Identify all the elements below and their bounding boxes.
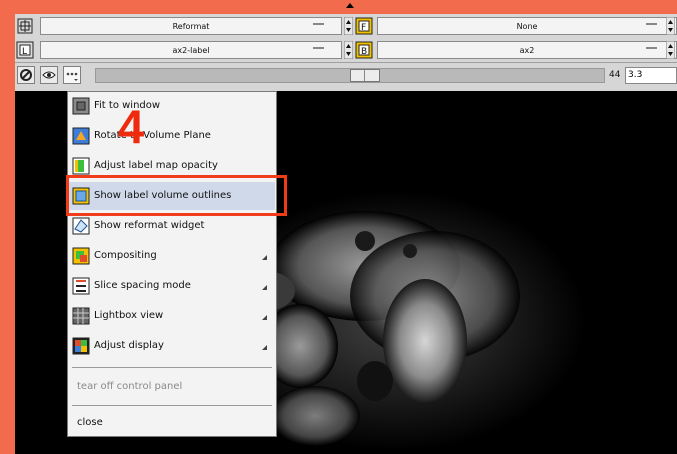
tutorial-highlight-box <box>66 175 287 216</box>
spinner-icon[interactable] <box>344 41 353 59</box>
label-select[interactable]: ax2-label <box>40 41 342 59</box>
menu-item-adjust-display[interactable]: Adjust display <box>69 332 275 360</box>
dropdown-icon[interactable] <box>646 23 657 25</box>
slice-color-strip <box>0 14 15 454</box>
menu-item-label: Lightbox view <box>94 310 164 321</box>
menu-separator <box>72 367 272 368</box>
orientation-value: Reformat <box>172 22 210 31</box>
menu-item-compositing[interactable]: Compositing <box>69 242 275 270</box>
slider-thumb[interactable] <box>350 69 380 82</box>
foreground-select[interactable]: None <box>377 17 677 35</box>
menu-item-tear-off-control-panel[interactable]: tear off control panel <box>69 373 275 401</box>
dropdown-icon[interactable] <box>646 47 657 49</box>
slice-viewer-window: Reformat F None L ax2-label B ax2 44 3.3… <box>0 0 677 454</box>
background-layer-icon[interactable]: B <box>355 41 373 59</box>
tutorial-step-number: 4 <box>118 100 145 153</box>
menu-item-label: tear off control panel <box>77 381 183 392</box>
menu-item-show-reformat-widget[interactable]: Show reformat widget <box>69 212 275 240</box>
dropdown-icon[interactable] <box>313 47 324 49</box>
expand-arrow-icon[interactable] <box>344 0 356 14</box>
label-opacity-icon <box>72 157 90 175</box>
foreground-value: None <box>516 22 538 31</box>
view-options-menu: Fit to window Rotate to Volume Plane Adj… <box>67 91 277 437</box>
lightbox-icon <box>72 307 90 325</box>
menu-item-rotate-to-volume-plane[interactable]: Rotate to Volume Plane <box>69 122 275 150</box>
reformat-widget-icon <box>72 217 90 235</box>
menu-item-label: Show reformat widget <box>94 220 205 231</box>
dropdown-icon[interactable] <box>313 23 324 25</box>
compositing-icon <box>72 247 90 265</box>
submenu-arrow-icon <box>262 345 267 350</box>
menu-item-fit-to-window[interactable]: Fit to window <box>69 92 275 120</box>
more-options-icon[interactable] <box>63 66 81 84</box>
background-value: ax2 <box>519 46 535 55</box>
svg-text:F: F <box>361 23 366 33</box>
rotate-plane-icon <box>72 127 90 145</box>
slice-offset-input[interactable]: 3.3 <box>625 67 677 84</box>
menu-item-label: Compositing <box>94 250 157 261</box>
foreground-layer-icon[interactable]: F <box>355 17 373 35</box>
menu-item-slice-spacing-mode[interactable]: Slice spacing mode <box>69 272 275 300</box>
menu-item-label: Rotate to Volume Plane <box>94 130 211 141</box>
slice-number-label: 44 <box>609 70 621 80</box>
submenu-arrow-icon <box>262 255 267 260</box>
menu-item-label: close <box>77 417 103 428</box>
submenu-arrow-icon <box>262 285 267 290</box>
orientation-select[interactable]: Reformat <box>40 17 342 35</box>
menu-item-close[interactable]: close <box>69 409 275 437</box>
controller-row-1: Reformat F None <box>15 14 677 39</box>
fit-window-icon <box>72 97 90 115</box>
adjust-display-icon <box>72 337 90 355</box>
slice-offset-slider[interactable] <box>95 68 605 83</box>
svg-text:L: L <box>22 47 27 57</box>
controller-row-2: L ax2-label B ax2 <box>15 38 677 63</box>
menu-item-label: Slice spacing mode <box>94 280 191 291</box>
svg-text:B: B <box>361 47 367 57</box>
spinner-icon[interactable] <box>344 17 353 35</box>
eye-visibility-icon[interactable] <box>40 66 58 84</box>
menu-item-lightbox-view[interactable]: Lightbox view <box>69 302 275 330</box>
slice-viewer-red-header <box>0 0 677 14</box>
pin-icon[interactable] <box>16 17 34 35</box>
label-value: ax2-label <box>172 46 210 55</box>
spinner-icon[interactable] <box>666 41 675 59</box>
slice-spacing-icon <box>72 277 90 295</box>
menu-item-label: Adjust display <box>94 340 164 351</box>
submenu-arrow-icon <box>262 315 267 320</box>
link-views-icon[interactable] <box>17 66 35 84</box>
spinner-icon[interactable] <box>666 17 675 35</box>
label-layer-icon[interactable]: L <box>16 41 34 59</box>
background-select[interactable]: ax2 <box>377 41 677 59</box>
controller-row-3: 44 3.3 <box>15 63 677 91</box>
menu-separator <box>72 405 272 406</box>
